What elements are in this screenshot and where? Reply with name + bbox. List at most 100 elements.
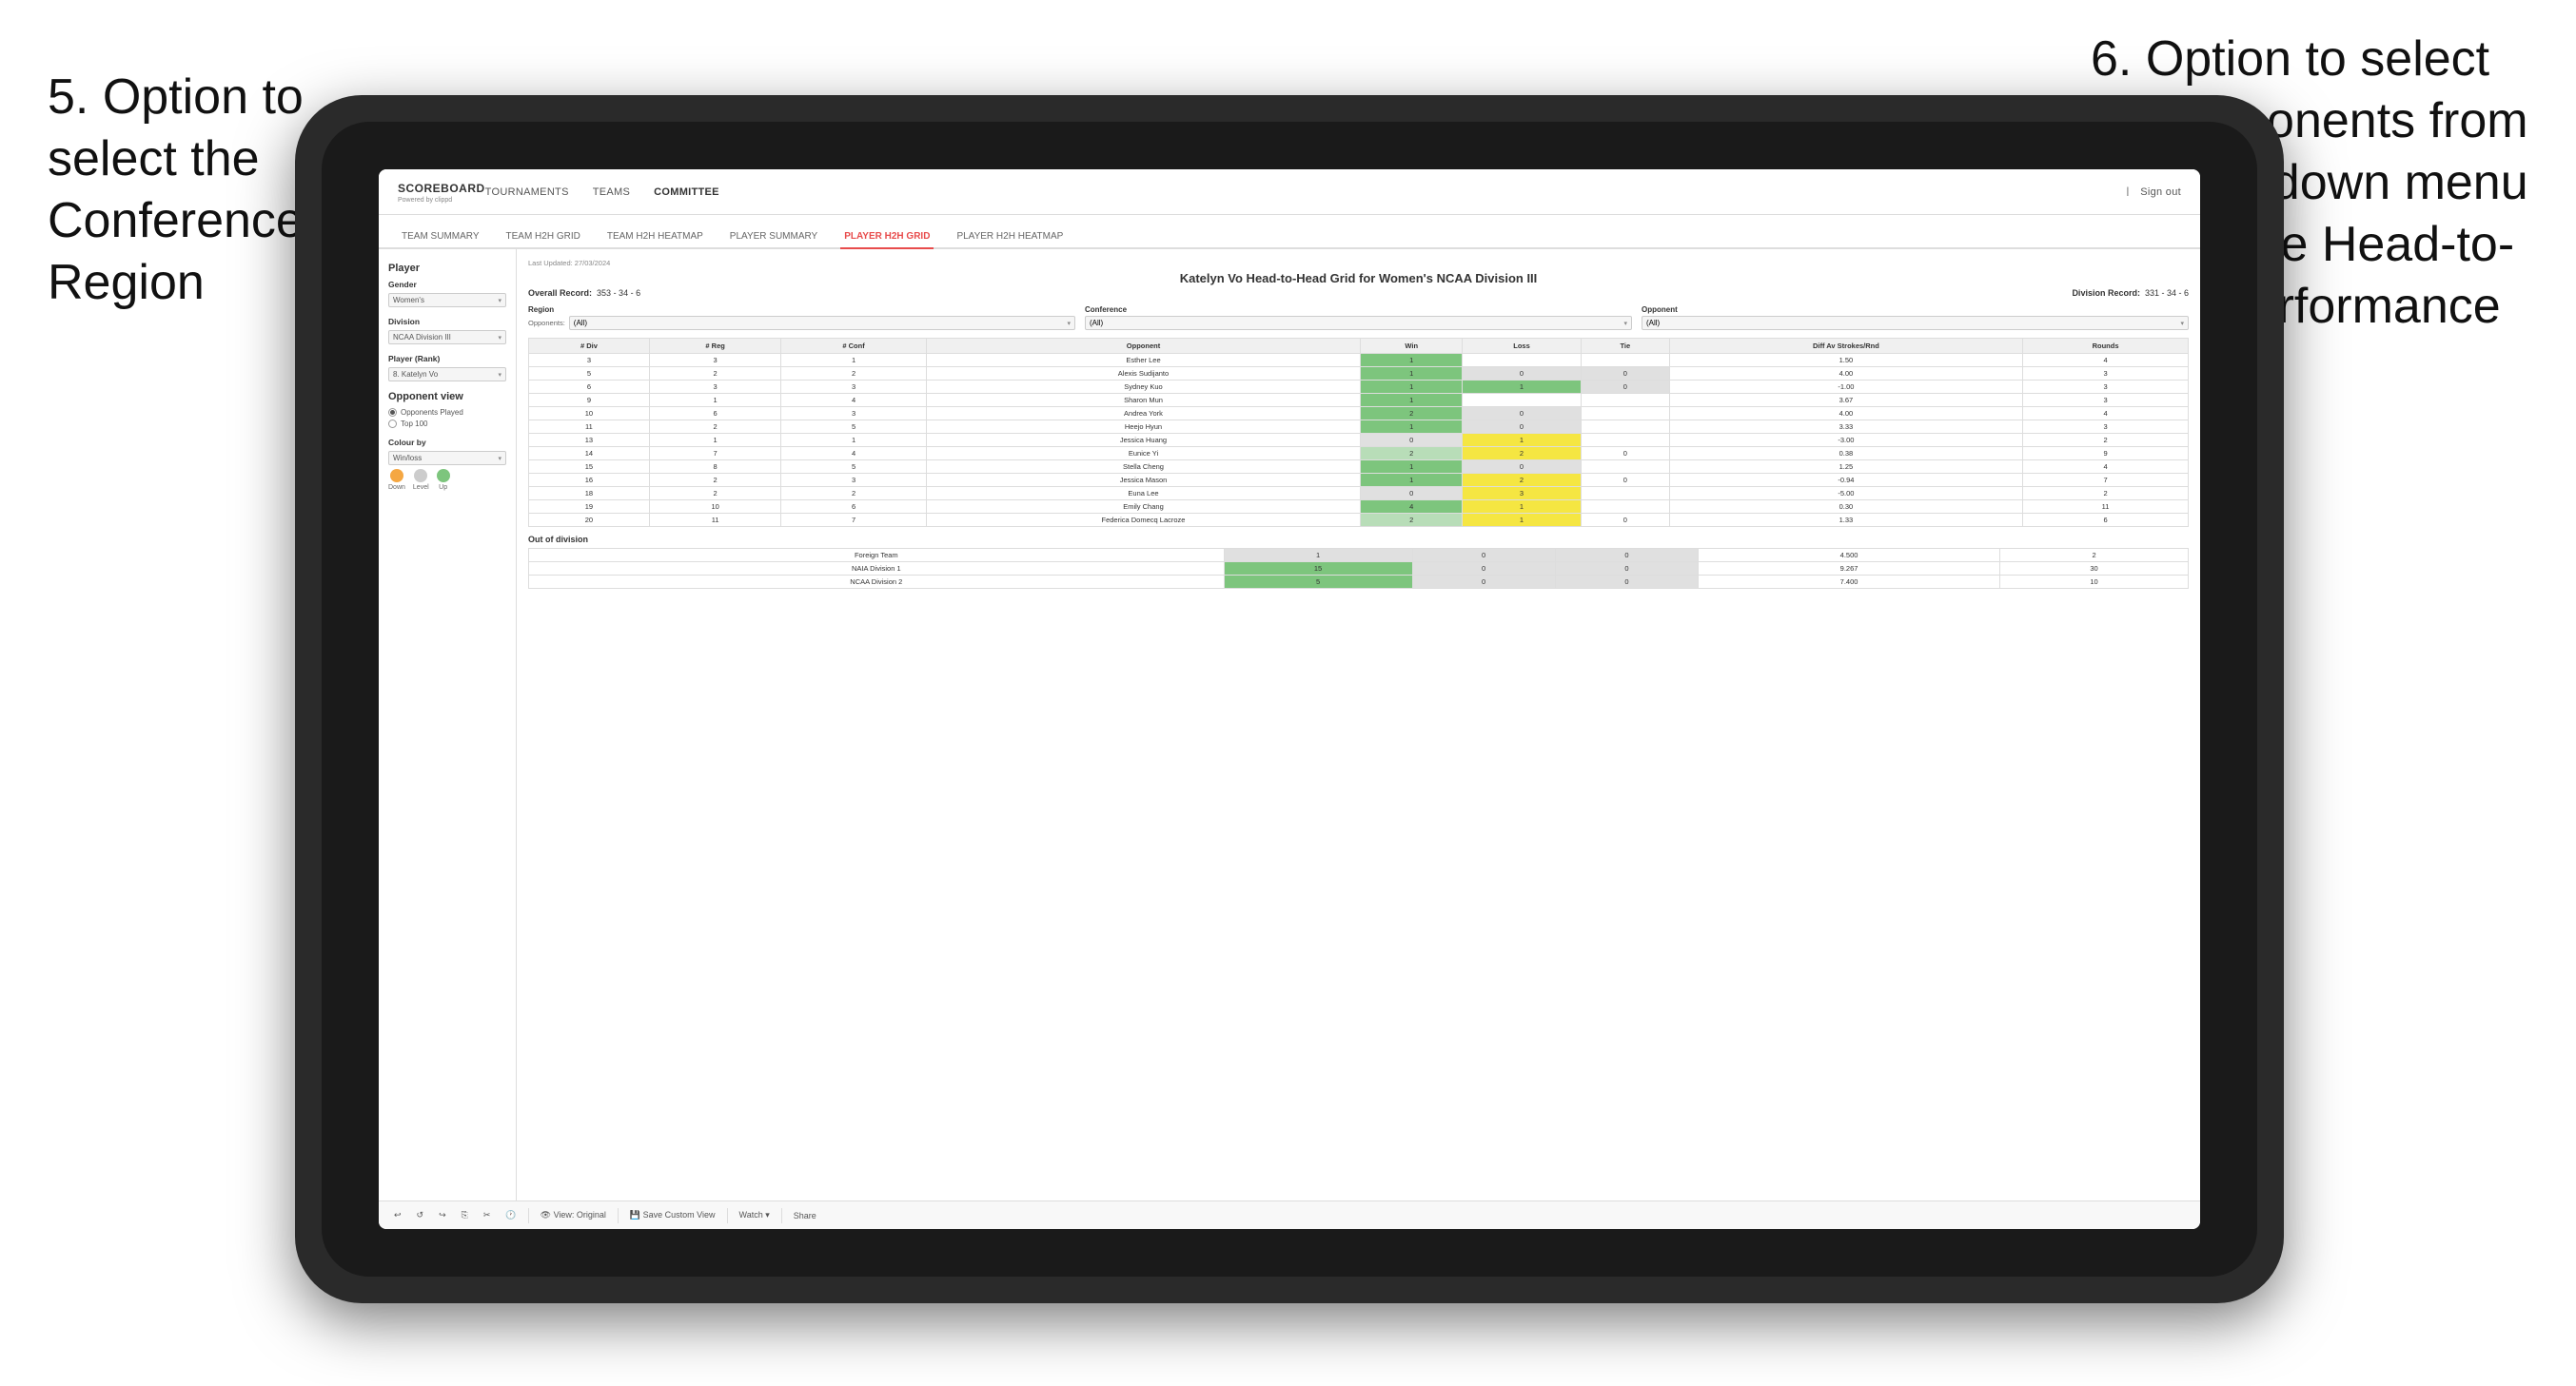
share-button[interactable]: Share bbox=[790, 1209, 820, 1222]
toolbar-sep1 bbox=[528, 1208, 529, 1223]
table-row: 16 2 3 Jessica Mason 1 2 0 -0.94 7 bbox=[529, 474, 2189, 487]
cell-tie: 0 bbox=[1581, 381, 1669, 394]
colour-down-label: Down bbox=[388, 484, 405, 491]
nav-tournaments[interactable]: TOURNAMENTS bbox=[485, 183, 569, 202]
overall-record-label: Overall Record: bbox=[528, 288, 592, 298]
colour-up-label: Up bbox=[439, 484, 447, 491]
cell-reg: 2 bbox=[649, 367, 781, 381]
region-select[interactable]: (All) bbox=[569, 316, 1075, 330]
colour-by-select[interactable]: Win/loss bbox=[388, 451, 506, 465]
clock-button[interactable]: 🕐 bbox=[501, 1208, 520, 1222]
cell-loss: 1 bbox=[1463, 434, 1582, 447]
table-row: 3 3 1 Esther Lee 1 1.50 4 bbox=[529, 354, 2189, 367]
opponent-view-section: Opponent view Opponents Played Top 100 bbox=[388, 391, 506, 428]
table-row: 10 6 3 Andrea York 2 0 4.00 4 bbox=[529, 407, 2189, 420]
cell-tie bbox=[1581, 354, 1669, 367]
cell-diff: 0.38 bbox=[1669, 447, 2022, 460]
subnav-team-h2h-heatmap[interactable]: TEAM H2H HEATMAP bbox=[603, 225, 707, 249]
cell-name: Euna Lee bbox=[926, 487, 1361, 500]
forward-button[interactable]: ↪ bbox=[435, 1208, 450, 1222]
cell-tie bbox=[1581, 394, 1669, 407]
cell-tie: 0 bbox=[1581, 447, 1669, 460]
tablet-screen: SCOREBOARD Powered by clippd TOURNAMENTS… bbox=[379, 169, 2200, 1229]
cell-win: 1 bbox=[1361, 367, 1463, 381]
cell-div: 20 bbox=[529, 514, 650, 527]
player-rank-select[interactable]: 8. Katelyn Vo bbox=[388, 367, 506, 381]
opponent-select[interactable]: (All) bbox=[1642, 316, 2189, 330]
division-record-label: Division Record: bbox=[2072, 288, 2140, 298]
cell-diff: 1.25 bbox=[1669, 460, 2022, 474]
records-row: Overall Record: 353 - 34 - 6 Division Re… bbox=[528, 288, 2189, 298]
nav-items: TOURNAMENTS TEAMS COMMITTEE bbox=[485, 183, 2127, 202]
redo-button[interactable]: ↺ bbox=[413, 1208, 428, 1222]
cell-tie: 0 bbox=[1581, 367, 1669, 381]
ood-cell-diff: 9.267 bbox=[1699, 562, 2000, 576]
sign-out-button[interactable]: Sign out bbox=[2140, 183, 2181, 202]
division-section: Division NCAA Division III bbox=[388, 317, 506, 344]
cell-div: 19 bbox=[529, 500, 650, 514]
nav-teams[interactable]: TEAMS bbox=[593, 183, 630, 202]
cell-rounds: 2 bbox=[2023, 434, 2189, 447]
radio-top100[interactable]: Top 100 bbox=[388, 420, 506, 428]
cell-loss bbox=[1463, 354, 1582, 367]
save-custom-view-button[interactable]: 💾 Save Custom View bbox=[626, 1208, 719, 1222]
cell-loss: 2 bbox=[1463, 474, 1582, 487]
cell-tie bbox=[1581, 460, 1669, 474]
cell-win: 2 bbox=[1361, 407, 1463, 420]
radio-opponents-played[interactable]: Opponents Played bbox=[388, 408, 506, 417]
cut-button[interactable]: ✂ bbox=[480, 1208, 495, 1222]
cell-diff: 4.00 bbox=[1669, 367, 2022, 381]
subnav-player-h2h-grid[interactable]: PLAYER H2H GRID bbox=[840, 225, 934, 249]
cell-name: Alexis Sudijanto bbox=[926, 367, 1361, 381]
division-select[interactable]: NCAA Division III bbox=[388, 330, 506, 344]
gender-select[interactable]: Women's bbox=[388, 293, 506, 307]
cell-diff: 3.67 bbox=[1669, 394, 2022, 407]
cell-diff: -3.00 bbox=[1669, 434, 2022, 447]
cell-rounds: 11 bbox=[2023, 500, 2189, 514]
cell-name: Heejo Hyun bbox=[926, 420, 1361, 434]
subnav-player-summary[interactable]: PLAYER SUMMARY bbox=[726, 225, 821, 249]
colour-circles: Down Level Up bbox=[388, 469, 506, 491]
cell-rounds: 3 bbox=[2023, 381, 2189, 394]
cell-reg: 3 bbox=[649, 381, 781, 394]
nav-committee[interactable]: COMMITTEE bbox=[654, 183, 719, 202]
view-original-button[interactable]: 👁 View: Original bbox=[537, 1208, 610, 1222]
cell-tie bbox=[1581, 420, 1669, 434]
undo-button[interactable]: ↩ bbox=[390, 1208, 405, 1222]
cell-win: 0 bbox=[1361, 487, 1463, 500]
subnav-team-h2h-grid[interactable]: TEAM H2H GRID bbox=[502, 225, 584, 249]
colour-up-circle bbox=[437, 469, 450, 482]
cell-rounds: 3 bbox=[2023, 367, 2189, 381]
watch-button[interactable]: Watch ▾ bbox=[736, 1208, 774, 1222]
tablet-inner: SCOREBOARD Powered by clippd TOURNAMENTS… bbox=[322, 122, 2257, 1277]
cell-diff: 1.33 bbox=[1669, 514, 2022, 527]
subnav-player-h2h-heatmap[interactable]: PLAYER H2H HEATMAP bbox=[953, 225, 1067, 249]
cell-div: 13 bbox=[529, 434, 650, 447]
division-record: Division Record: 331 - 34 - 6 bbox=[2072, 288, 2189, 298]
cell-tie bbox=[1581, 500, 1669, 514]
cell-name: Federica Domecq Lacroze bbox=[926, 514, 1361, 527]
app-content: SCOREBOARD Powered by clippd TOURNAMENTS… bbox=[379, 169, 2200, 1229]
view-icon: 👁 bbox=[541, 1210, 551, 1220]
ood-row: NAIA Division 1 15 0 0 9.267 30 bbox=[529, 562, 2189, 576]
colour-by-label: Colour by bbox=[388, 438, 506, 447]
cell-name: Andrea York bbox=[926, 407, 1361, 420]
cell-reg: 8 bbox=[649, 460, 781, 474]
colour-level-circle bbox=[414, 469, 427, 482]
cell-conf: 1 bbox=[781, 354, 926, 367]
th-tie: Tie bbox=[1581, 339, 1669, 354]
table-row: 11 2 5 Heejo Hyun 1 0 3.33 3 bbox=[529, 420, 2189, 434]
cell-win: 2 bbox=[1361, 514, 1463, 527]
cell-tie bbox=[1581, 487, 1669, 500]
bottom-toolbar: ↩ ↺ ↪ ⎘ ✂ 🕐 👁 View: Original 💾 Save Cust… bbox=[379, 1201, 2200, 1229]
conference-select[interactable]: (All) bbox=[1085, 316, 1632, 330]
tablet-device: SCOREBOARD Powered by clippd TOURNAMENTS… bbox=[295, 95, 2284, 1303]
cell-rounds: 3 bbox=[2023, 394, 2189, 407]
cell-loss bbox=[1463, 394, 1582, 407]
grid-title: Katelyn Vo Head-to-Head Grid for Women's… bbox=[528, 271, 2189, 285]
cell-win: 1 bbox=[1361, 394, 1463, 407]
copy-button[interactable]: ⎘ bbox=[458, 1208, 472, 1222]
top-nav: SCOREBOARD Powered by clippd TOURNAMENTS… bbox=[379, 169, 2200, 215]
ood-cell-tie: 0 bbox=[1555, 549, 1698, 562]
subnav-team-summary[interactable]: TEAM SUMMARY bbox=[398, 225, 483, 249]
